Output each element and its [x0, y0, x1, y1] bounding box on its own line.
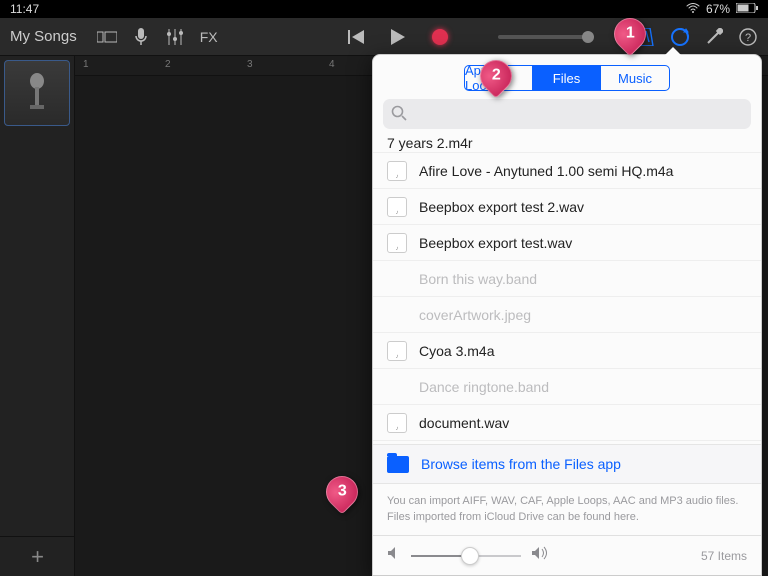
file-name: Afire Love - Anytuned 1.00 semi HQ.m4a	[419, 163, 673, 179]
list-item[interactable]: ♪ Cyoa 3.m4a	[373, 333, 761, 369]
settings-icon[interactable]	[704, 27, 724, 47]
loop-browser-icon[interactable]	[670, 27, 690, 47]
file-name: 7 years 2.m4r	[387, 135, 473, 151]
list-item[interactable]: ♪ Beepbox export test.wav	[373, 225, 761, 261]
browse-files-app-button[interactable]: Browse items from the Files app	[373, 444, 761, 484]
list-item[interactable]: ♪ Afire Love - Anytuned 1.00 semi HQ.m4a	[373, 153, 761, 189]
search-icon	[391, 105, 407, 126]
audio-file-icon: ♪	[387, 413, 407, 433]
audio-file-icon: ♪	[387, 341, 407, 361]
mixer-icon[interactable]	[165, 27, 185, 47]
status-bar: 11:47 67%	[0, 0, 768, 18]
list-item[interactable]: 7 years 2.m4r	[373, 135, 761, 153]
preview-volume-slider[interactable]	[411, 555, 521, 557]
file-name: Cyoa 3.m4a	[419, 343, 494, 359]
file-name: Beepbox export test.wav	[419, 235, 572, 251]
svg-text:?: ?	[745, 32, 751, 44]
file-icon	[387, 305, 407, 325]
file-icon	[387, 377, 407, 397]
folder-icon	[387, 456, 409, 473]
track-panel: +	[0, 56, 75, 576]
clock: 11:47	[10, 2, 39, 16]
songs-button[interactable]: My Songs	[10, 28, 77, 45]
item-count: 57 Items	[701, 549, 747, 563]
record-icon[interactable]	[430, 27, 450, 47]
list-item[interactable]: ♪ Beepbox export test 2.wav	[373, 189, 761, 225]
segment-files[interactable]: Files	[533, 66, 601, 90]
file-name: Born this way.band	[419, 271, 537, 287]
file-icon	[387, 269, 407, 289]
list-item[interactable]: ♪ document.wav	[373, 405, 761, 441]
file-name: coverArtwork.jpeg	[419, 307, 531, 323]
list-item: Born this way.band	[373, 261, 761, 297]
help-icon[interactable]: ?	[738, 27, 758, 47]
import-hint: You can import AIFF, WAV, CAF, Apple Loo…	[373, 484, 761, 535]
audio-file-icon: ♪	[387, 197, 407, 217]
file-name: document.wav	[419, 415, 509, 431]
loop-browser-panel: Apple Loops Files Music 7 years 2.m4r ♪ …	[372, 54, 762, 576]
audio-file-icon: ♪	[387, 161, 407, 181]
battery-percent: 67%	[706, 2, 730, 16]
browser-view-icon[interactable]	[97, 27, 117, 47]
list-item: coverArtwork.jpeg	[373, 297, 761, 333]
browse-label: Browse items from the Files app	[421, 456, 621, 472]
fx-button[interactable]: FX	[199, 27, 219, 47]
microphone-track-icon	[26, 73, 48, 113]
add-track-button[interactable]: +	[0, 536, 75, 576]
battery-icon	[736, 2, 758, 16]
file-name: Beepbox export test 2.wav	[419, 199, 584, 215]
rewind-icon[interactable]	[346, 27, 366, 47]
file-list[interactable]: 7 years 2.m4r ♪ Afire Love - Anytuned 1.…	[373, 135, 761, 444]
volume-low-icon	[387, 546, 401, 565]
search-input[interactable]	[383, 99, 751, 129]
track-header[interactable]	[4, 60, 70, 126]
file-name: Dance ringtone.band	[419, 379, 549, 395]
wifi-icon	[686, 2, 700, 16]
audio-file-icon: ♪	[387, 233, 407, 253]
volume-high-icon	[531, 546, 549, 565]
browser-footer: 57 Items	[373, 535, 761, 575]
top-toolbar: My Songs FX ?	[0, 18, 768, 56]
list-item: Dance ringtone.band	[373, 369, 761, 405]
microphone-icon[interactable]	[131, 27, 151, 47]
play-icon[interactable]	[388, 27, 408, 47]
position-slider[interactable]	[498, 35, 588, 39]
segment-music[interactable]: Music	[601, 66, 669, 90]
